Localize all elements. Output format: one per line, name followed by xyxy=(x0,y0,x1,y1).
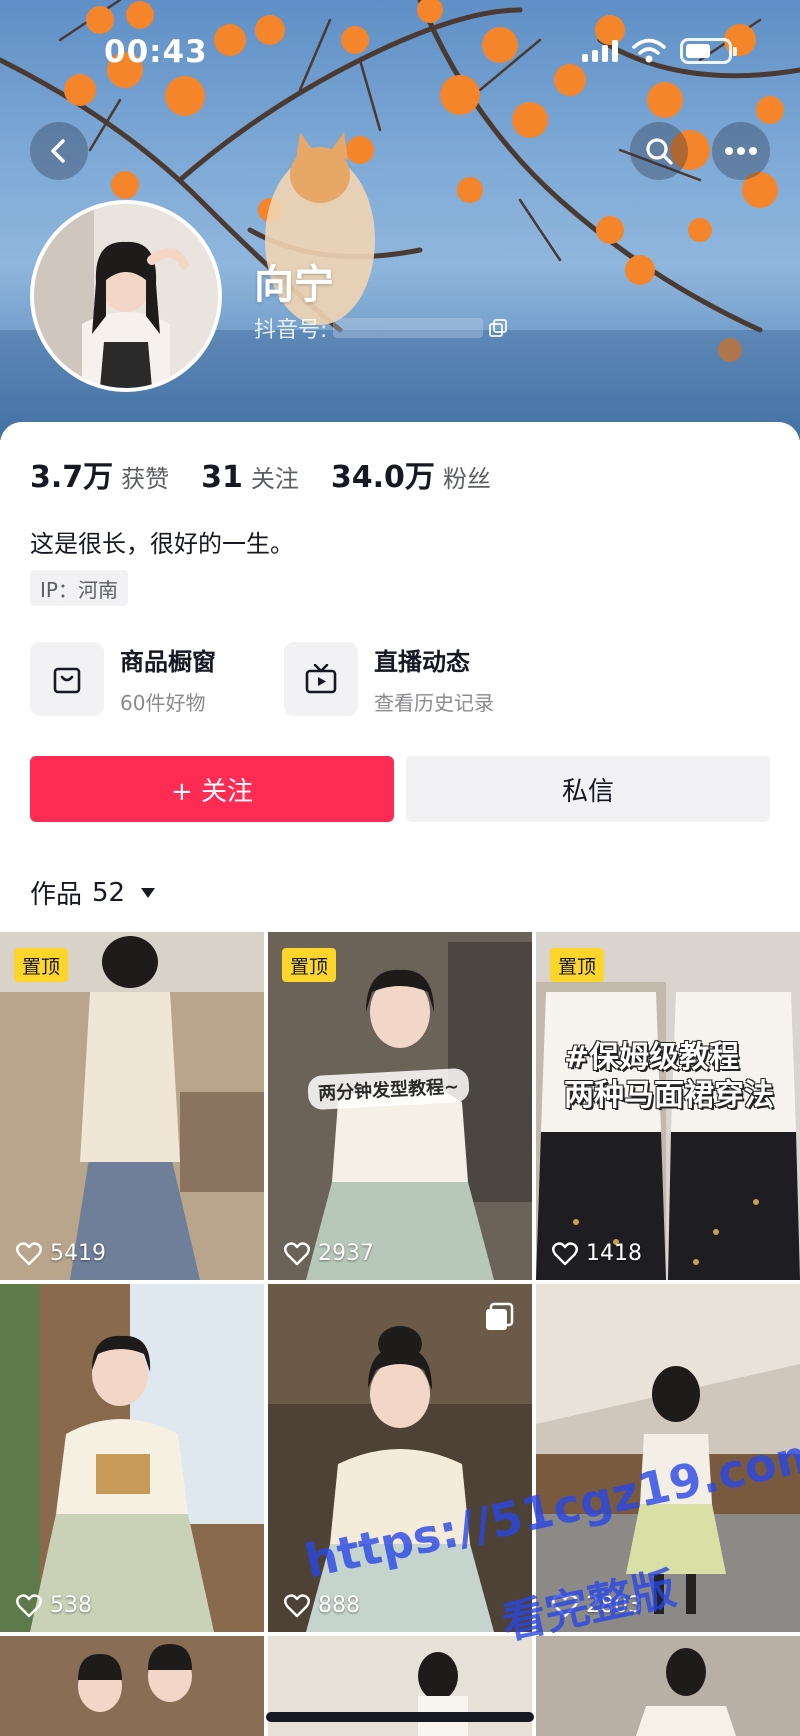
avatar[interactable] xyxy=(30,200,222,392)
shopping-bag-icon xyxy=(53,667,81,694)
status-icons xyxy=(582,38,737,64)
caret-down-icon xyxy=(141,887,156,898)
avatar-image xyxy=(34,204,218,388)
stat-label: 获赞 xyxy=(121,465,170,493)
live-subtitle: 查看历史记录 xyxy=(374,691,494,715)
profile-name: 向宁 xyxy=(254,262,334,308)
stat-label: 粉丝 xyxy=(442,465,491,493)
works-label: 作品 xyxy=(30,880,83,910)
wifi-icon xyxy=(632,38,666,63)
search-button[interactable] xyxy=(630,122,688,180)
more-button[interactable] xyxy=(712,122,770,180)
shop-icon-wrapper xyxy=(30,642,104,716)
like-count-value: 1418 xyxy=(586,1241,642,1266)
heart-icon xyxy=(16,1593,42,1617)
video-thumbnail xyxy=(0,1636,264,1736)
heart-icon xyxy=(552,1241,578,1265)
like-count: 1418 xyxy=(552,1241,642,1266)
works-count: 52 xyxy=(92,877,126,908)
battery-icon xyxy=(680,38,737,64)
multi-image-icon xyxy=(486,1302,514,1330)
douyin-id: 抖音号: xyxy=(254,312,508,344)
video-thumbnail xyxy=(0,932,264,1280)
live-title: 直播动态 xyxy=(374,648,470,676)
like-count-value: 2937 xyxy=(318,1241,374,1266)
shop-title: 商品橱窗 xyxy=(120,648,216,676)
video-tile[interactable]: 538 xyxy=(0,1284,264,1632)
follow-button[interactable]: + 关注 xyxy=(30,756,394,822)
status-time: 00:43 xyxy=(104,34,208,70)
more-icon xyxy=(725,147,757,155)
video-tile[interactable]: 置顶 5419 xyxy=(0,932,264,1280)
chevron-left-icon xyxy=(51,139,65,163)
home-indicator[interactable] xyxy=(266,1712,534,1722)
video-thumbnail xyxy=(536,1636,800,1736)
like-count: 538 xyxy=(16,1593,92,1618)
copy-icon[interactable] xyxy=(489,319,508,337)
stat-following[interactable]: 31 关注 xyxy=(201,459,299,495)
video-thumbnail xyxy=(268,1284,532,1632)
video-tile[interactable] xyxy=(536,1636,800,1736)
video-tile[interactable] xyxy=(0,1636,264,1736)
pinned-badge: 置顶 xyxy=(282,948,337,982)
video-tile[interactable]: 置顶 #保姆级教程 两种马面裙穿法 1418 xyxy=(536,932,800,1280)
stat-likes[interactable]: 3.7万 获赞 xyxy=(30,452,169,496)
profile-banner: 00:43 向宁 抖音号: xyxy=(0,0,800,440)
shop-window-entry[interactable]: 商品橱窗 60件好物 xyxy=(30,642,216,716)
profile-stats: 3.7万 获赞 31 关注 34.0万 粉丝 xyxy=(30,452,523,496)
heart-icon xyxy=(284,1593,310,1617)
works-tab[interactable]: 作品 52 xyxy=(30,874,156,911)
video-thumbnail xyxy=(0,1284,264,1632)
like-count: 5419 xyxy=(16,1241,106,1266)
stat-followers[interactable]: 34.0万 粉丝 xyxy=(331,452,491,496)
live-icon-wrapper xyxy=(284,642,358,716)
signal-icon xyxy=(582,40,618,62)
heart-icon xyxy=(284,1241,310,1265)
like-count-value: 5419 xyxy=(50,1241,106,1266)
stat-label: 关注 xyxy=(250,465,299,493)
like-count-value: 538 xyxy=(50,1593,92,1618)
douyin-id-value-hidden xyxy=(333,318,484,338)
stat-value: 31 xyxy=(201,460,243,495)
video-tile[interactable]: 置顶 两分钟发型教程~ 2937 xyxy=(268,932,532,1280)
shop-subtitle: 60件好物 xyxy=(120,691,206,715)
video-thumbnail xyxy=(268,932,532,1280)
douyin-id-label: 抖音号: xyxy=(254,318,328,343)
profile-bio: 这是很长，很好的一生。 xyxy=(30,530,294,558)
back-button[interactable] xyxy=(30,122,88,180)
search-icon xyxy=(646,138,673,165)
live-history-entry[interactable]: 直播动态 查看历史记录 xyxy=(284,642,494,716)
heart-icon xyxy=(16,1241,42,1265)
video-tile[interactable]: 888 xyxy=(268,1284,532,1632)
message-button[interactable]: 私信 xyxy=(406,756,770,822)
like-count: 888 xyxy=(284,1593,360,1618)
ip-location-tag: IP：河南 xyxy=(30,570,128,606)
pinned-badge: 置顶 xyxy=(550,948,605,982)
stat-value: 3.7万 xyxy=(30,460,114,495)
tv-icon xyxy=(305,664,337,694)
pinned-badge: 置顶 xyxy=(14,948,69,982)
like-count: 2937 xyxy=(284,1241,374,1266)
stat-value: 34.0万 xyxy=(330,460,435,495)
status-bar: 00:43 xyxy=(0,0,800,100)
video-title-line2: 两种马面裙穿法 xyxy=(564,1078,774,1113)
like-count-value: 888 xyxy=(318,1593,360,1618)
profile-card: 3.7万 获赞 31 关注 34.0万 粉丝 这是很长，很好的一生。 IP：河南… xyxy=(0,422,800,942)
